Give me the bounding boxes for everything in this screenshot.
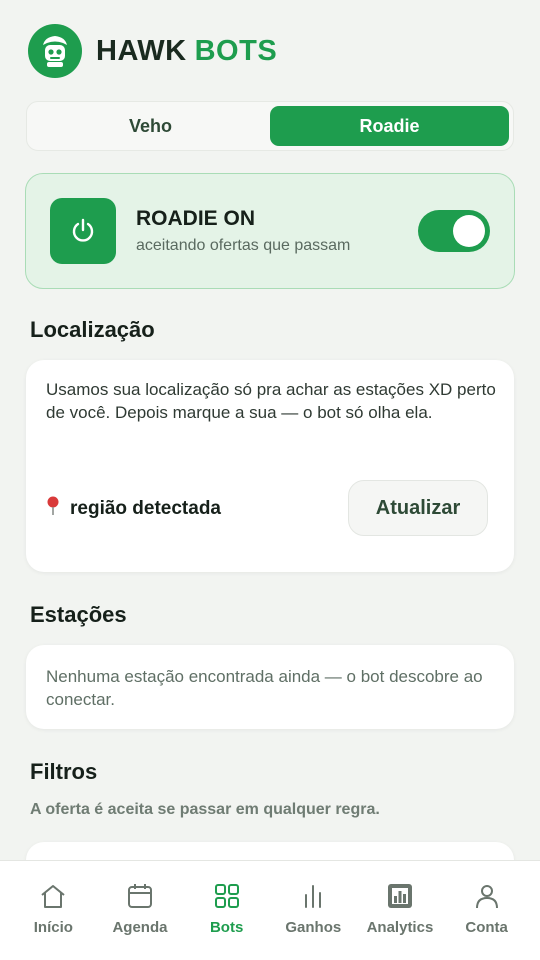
detected-region: região detectada [46, 496, 221, 521]
location-description: Usamos sua localização só pra achar as e… [46, 380, 496, 422]
brand-primary: HAWK [96, 34, 187, 67]
status-subtitle: aceitando ofertas que passam [136, 237, 351, 254]
stations-section-title: Estações [30, 602, 127, 627]
nav-label: Bots [209, 919, 244, 936]
filters-subtitle: A oferta é aceita se passar em qualquer … [30, 801, 380, 818]
filters-section-title: Filtros [30, 759, 98, 784]
power-button[interactable] [50, 198, 116, 264]
update-location-button[interactable]: Atualizar [348, 480, 488, 536]
tab-veho[interactable]: Veho [31, 106, 270, 146]
nav-label: Ganhos [285, 919, 342, 936]
bot-toggle[interactable] [418, 210, 490, 252]
app-header: HAWK BOTS [28, 24, 277, 78]
calendar-icon [127, 884, 152, 908]
location-card: Usamos sua localização só pra achar as e… [26, 360, 514, 572]
nav-item-conta[interactable]: Conta [444, 861, 530, 960]
bot-status-card: ROADIE ON aceitando ofertas que passam [25, 173, 515, 289]
brand-accent: BOTS [194, 34, 278, 67]
home-icon [41, 885, 65, 908]
power-icon [72, 218, 94, 242]
nav-label: Início [33, 919, 73, 936]
user-icon [475, 885, 498, 909]
nav-item-ganhos[interactable]: Ganhos [270, 861, 356, 960]
hawk-robot-logo [28, 24, 82, 78]
nav-item-bots[interactable]: Bots [184, 861, 270, 960]
nav-label: Agenda [112, 919, 168, 936]
bar-chart-icon [305, 885, 322, 908]
bot-selector: Veho Roadie [26, 101, 514, 151]
stations-card: Nenhuma estação encontrada ainda — o bot… [26, 645, 514, 729]
brand-name: HAWK BOTS [96, 35, 277, 68]
nav-item-analytics[interactable]: Analytics [357, 861, 443, 960]
analytics-icon [387, 884, 412, 908]
location-section-title: Localização [30, 317, 155, 342]
stations-empty-message: Nenhuma estação encontrada ainda — o bot… [46, 667, 483, 709]
nav-item-agenda[interactable]: Agenda [97, 861, 183, 960]
nav-item-inicio[interactable]: Início [10, 861, 96, 960]
grid-icon [214, 884, 239, 908]
tab-roadie[interactable]: Roadie [270, 106, 509, 146]
region-label: região detectada [70, 497, 221, 519]
nav-label: Conta [465, 919, 508, 936]
bottom-nav: Início Agenda Bots Ganhos Analytics Cont… [0, 860, 540, 960]
status-title: ROADIE ON [136, 207, 256, 230]
nav-label: Analytics [366, 919, 434, 936]
pin-icon [46, 496, 60, 521]
toggle-knob [453, 215, 485, 247]
